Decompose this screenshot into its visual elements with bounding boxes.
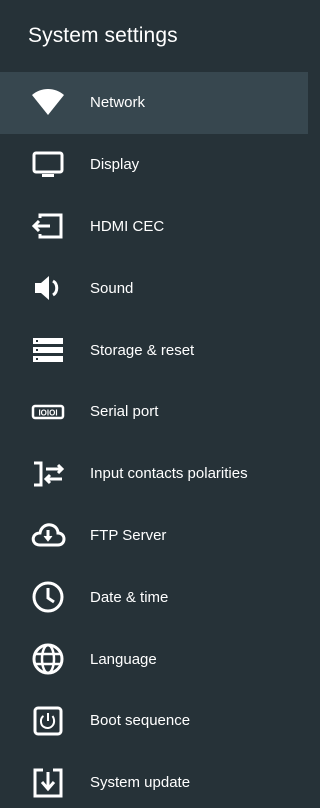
storage-icon bbox=[27, 329, 69, 371]
wifi-icon bbox=[27, 82, 69, 124]
menu-item-label: Storage & reset bbox=[90, 341, 195, 359]
menu-item-label: Boot sequence bbox=[90, 712, 191, 730]
cloud-download-icon bbox=[27, 514, 69, 556]
menu-item-label: FTP Server bbox=[90, 526, 167, 544]
menu-item-ftp-server[interactable]: FTP Server bbox=[0, 505, 308, 567]
menu-item-label: Language bbox=[90, 650, 157, 668]
system-update-icon bbox=[27, 762, 69, 804]
menu-item-label: Input contacts polarities bbox=[90, 465, 248, 483]
menu-item-network[interactable]: Network bbox=[0, 72, 308, 134]
settings-menu: Network Display HDMI CEC Sound Storage &… bbox=[0, 72, 308, 808]
page-title: System settings bbox=[28, 24, 178, 47]
menu-item-storage-reset[interactable]: Storage & reset bbox=[0, 319, 308, 381]
menu-item-language[interactable]: Language bbox=[0, 628, 308, 690]
globe-icon bbox=[27, 638, 69, 680]
menu-item-boot-sequence[interactable]: Boot sequence bbox=[0, 690, 308, 752]
menu-item-system-update[interactable]: System update bbox=[0, 752, 308, 808]
menu-item-label: Network bbox=[90, 94, 146, 112]
speaker-icon bbox=[27, 267, 69, 309]
menu-item-label: Display bbox=[90, 156, 140, 174]
swap-arrows-icon bbox=[27, 453, 69, 495]
menu-item-input-contacts-polarities[interactable]: Input contacts polarities bbox=[0, 443, 308, 505]
serial-port-icon: IOIOI bbox=[27, 391, 69, 433]
menu-item-label: Date & time bbox=[90, 588, 169, 606]
hdmi-input-icon bbox=[27, 205, 69, 247]
power-icon bbox=[27, 700, 69, 742]
svg-text:IOIOI: IOIOI bbox=[38, 408, 57, 417]
settings-panel: System settings Network Display HDMI CEC… bbox=[0, 0, 308, 808]
menu-item-label: Serial port bbox=[90, 403, 159, 421]
monitor-icon bbox=[27, 144, 69, 186]
menu-item-hdmi-cec[interactable]: HDMI CEC bbox=[0, 196, 308, 258]
menu-item-date-time[interactable]: Date & time bbox=[0, 566, 308, 628]
menu-item-display[interactable]: Display bbox=[0, 134, 308, 196]
menu-item-label: HDMI CEC bbox=[90, 217, 165, 235]
menu-item-label: System update bbox=[90, 774, 191, 792]
clock-icon bbox=[27, 576, 69, 618]
menu-item-serial-port[interactable]: IOIOI Serial port bbox=[0, 381, 308, 443]
menu-item-sound[interactable]: Sound bbox=[0, 257, 308, 319]
menu-item-label: Sound bbox=[90, 279, 134, 297]
header: System settings bbox=[0, 0, 308, 72]
